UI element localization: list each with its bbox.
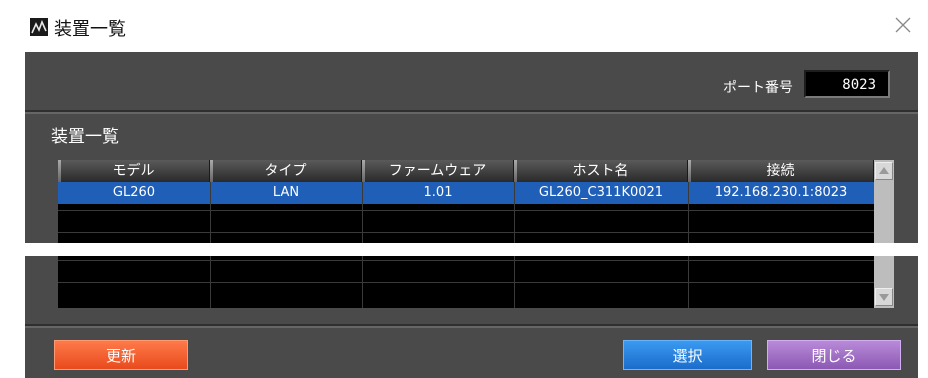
vertical-scrollbar[interactable] [874,160,894,308]
column-header-label: 接続 [766,163,795,179]
table-cell-firmware: 1.01 [423,185,453,200]
table-cell-type: LAN [272,185,300,200]
column-header-hostname[interactable]: ホスト名 [514,160,688,182]
select-button[interactable]: 選択 [623,340,752,370]
table-cell-connection: 192.168.230.1:8023 [714,185,848,200]
screenshot-gap [0,243,928,256]
title-bar: 装置一覧 [0,0,928,52]
refresh-button[interactable]: 更新 [54,340,188,370]
device-table: モデル タイプ ファームウェア ホスト名 接続 GL260 LAN 1.01 G… [58,160,894,308]
close-button[interactable]: 閉じる [767,340,901,370]
table-cell-model: GL260 [112,185,156,200]
column-header-type[interactable]: タイプ [210,160,362,182]
device-list-window: 装置一覧 ポート番号 8023 装置一覧 モデル タイプ ファームウェア ホスト… [0,0,928,378]
scroll-up-icon [879,167,889,174]
scroll-down-button[interactable] [875,288,893,306]
column-header-firmware[interactable]: ファームウェア [362,160,514,182]
grid-line [58,232,874,233]
scroll-up-button[interactable] [875,162,893,180]
section-title: 装置一覧 [51,127,119,147]
header-separator [514,160,517,182]
column-header-connection[interactable]: 接続 [688,160,874,182]
column-header-label: ファームウェア [388,163,487,179]
grid-line [58,282,874,283]
port-field[interactable]: 8023 [804,70,890,98]
header-separator [688,160,691,182]
app-logo-icon [30,18,48,36]
column-header-label: タイプ [264,163,307,179]
divider [25,112,918,114]
grid-line [58,210,874,211]
column-header-model[interactable]: モデル [58,160,210,182]
divider [25,326,918,328]
scroll-down-icon [879,294,889,301]
header-separator [210,160,213,182]
column-header-label: ホスト名 [572,163,629,179]
header-separator [362,160,365,182]
column-header-label: モデル [112,163,155,179]
table-cell-hostname: GL260_C311K0021 [538,185,664,200]
window-title: 装置一覧 [54,19,126,40]
port-label: ポート番号 [723,80,793,96]
header-separator [58,160,61,182]
grid-line [58,260,874,261]
close-icon[interactable] [892,14,914,36]
